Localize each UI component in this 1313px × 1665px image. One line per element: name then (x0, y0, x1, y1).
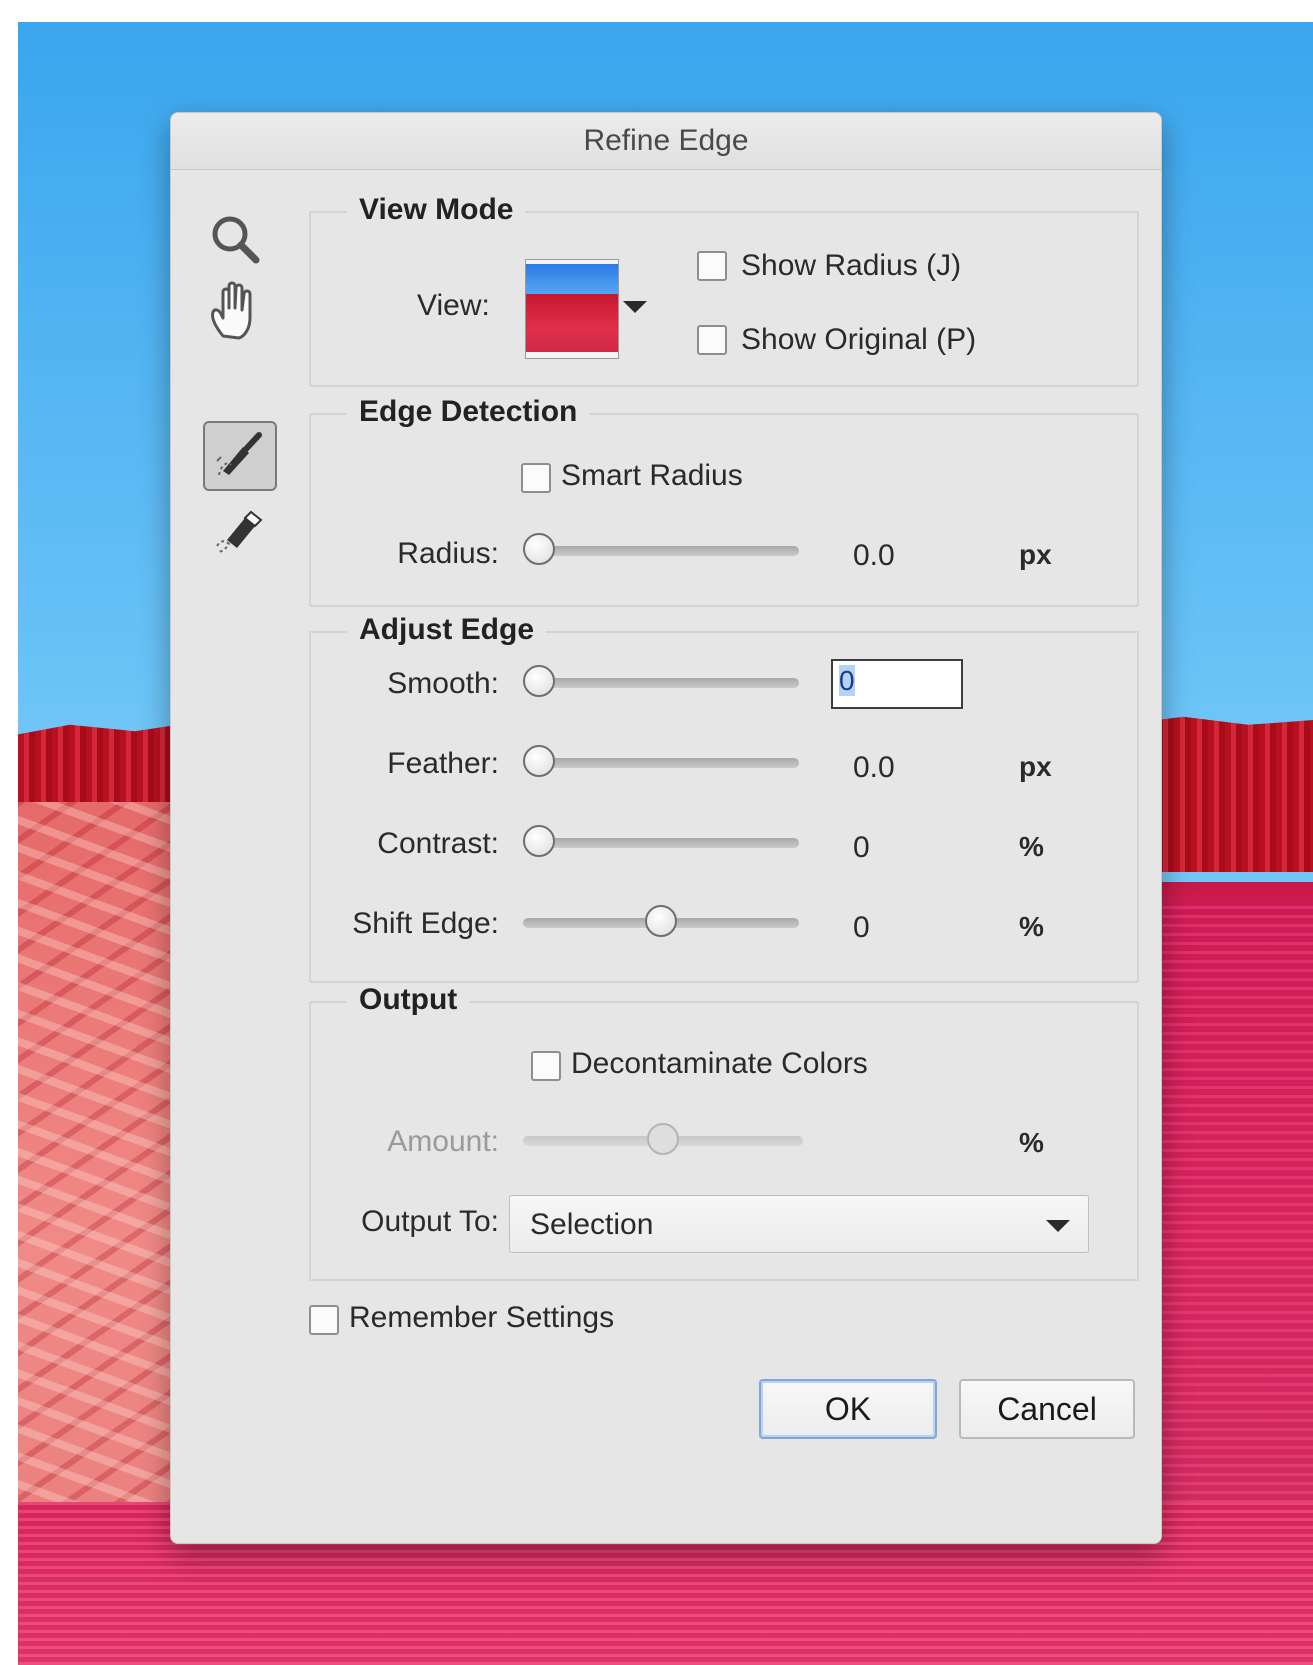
view-mode-dropdown-icon[interactable] (623, 301, 647, 313)
show-original-label: Show Original (P) (741, 323, 977, 356)
smooth-value-input[interactable]: 0 (831, 659, 963, 709)
feather-value: 0.0 (853, 751, 895, 784)
radius-unit: px (1019, 539, 1052, 570)
smart-radius-label: Smart Radius (561, 459, 743, 492)
radius-value: 0.0 (853, 539, 895, 572)
smooth-value: 0 (839, 665, 855, 696)
output-to-dropdown-icon (1046, 1220, 1070, 1232)
view-mode-thumbnail[interactable] (525, 259, 619, 359)
refine-radius-tool-icon[interactable] (203, 421, 277, 491)
contrast-slider[interactable] (523, 823, 799, 863)
edge-detection-group: Edge Detection (309, 395, 1139, 607)
feather-slider[interactable] (523, 743, 799, 783)
shift-edge-label: Shift Edge: (352, 907, 499, 940)
dialog-titlebar[interactable]: Refine Edge (171, 113, 1161, 170)
shift-edge-slider[interactable] (523, 903, 799, 943)
show-radius-label: Show Radius (J) (741, 249, 962, 282)
amount-slider-thumb (647, 1123, 679, 1155)
remember-settings-checkbox[interactable] (309, 1305, 339, 1335)
radius-label: Radius: (397, 537, 499, 570)
radius-slider[interactable] (523, 531, 799, 571)
decontaminate-colors-label: Decontaminate Colors (571, 1047, 868, 1080)
contrast-slider-thumb[interactable] (523, 825, 555, 857)
amount-slider (523, 1121, 803, 1161)
show-original-checkbox[interactable] (697, 325, 727, 355)
dialog-title: Refine Edge (583, 124, 749, 157)
amount-unit: % (1019, 1127, 1044, 1158)
amount-label: Amount: (387, 1125, 499, 1158)
output-to-value: Selection (530, 1208, 654, 1241)
adjust-edge-legend: Adjust Edge (347, 613, 547, 647)
zoom-tool-icon[interactable] (201, 205, 271, 275)
ok-button[interactable]: OK (759, 1379, 937, 1439)
refine-edge-dialog: Refine Edge View Mode View: Show Radius … (170, 112, 1162, 1544)
decontaminate-colors-checkbox[interactable] (531, 1051, 561, 1081)
view-mode-legend: View Mode (347, 193, 526, 227)
output-legend: Output (347, 983, 470, 1017)
feather-slider-thumb[interactable] (523, 745, 555, 777)
radius-slider-thumb[interactable] (523, 533, 555, 565)
output-to-select[interactable]: Selection (509, 1195, 1089, 1253)
view-label: View: (417, 289, 490, 322)
output-to-label: Output To: (361, 1205, 499, 1238)
contrast-label: Contrast: (377, 827, 499, 860)
smooth-slider[interactable] (523, 663, 799, 703)
remember-settings-label: Remember Settings (349, 1301, 615, 1334)
contrast-unit: % (1019, 831, 1044, 862)
feather-unit: px (1019, 751, 1052, 782)
feather-label: Feather: (387, 747, 499, 780)
smooth-slider-thumb[interactable] (523, 665, 555, 697)
erase-refinements-tool-icon[interactable] (203, 501, 273, 565)
smart-radius-checkbox[interactable] (521, 463, 551, 493)
cancel-button[interactable]: Cancel (959, 1379, 1135, 1439)
hand-tool-icon[interactable] (201, 275, 271, 347)
shift-edge-slider-thumb[interactable] (645, 905, 677, 937)
edge-detection-legend: Edge Detection (347, 395, 590, 429)
contrast-value: 0 (853, 831, 870, 864)
show-radius-checkbox[interactable] (697, 251, 727, 281)
smooth-label: Smooth: (387, 667, 499, 700)
shift-edge-unit: % (1019, 911, 1044, 942)
shift-edge-value: 0 (853, 911, 870, 944)
